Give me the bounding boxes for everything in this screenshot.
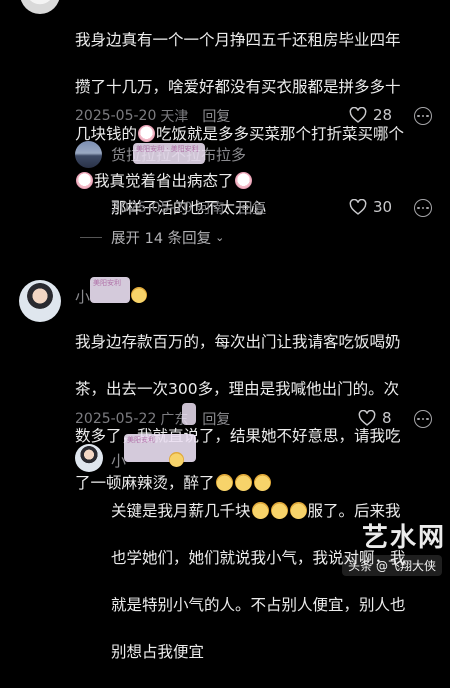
avatar-top[interactable] bbox=[20, 0, 60, 14]
more-circle-icon[interactable] bbox=[414, 199, 432, 217]
like-count: 28 bbox=[373, 106, 393, 124]
heart-outline-icon bbox=[358, 410, 376, 426]
sweat-emoji bbox=[270, 501, 288, 519]
comment-1-line-1: 我身边真有一个一个月挣四五千还租房毕业四年 bbox=[75, 30, 401, 49]
comment-4-line-4: 别想占我便宜 bbox=[111, 642, 205, 661]
like-count: 30 bbox=[373, 198, 393, 216]
comment-username[interactable]: 小 bbox=[75, 286, 90, 307]
comment-date: 2025-05-20 bbox=[111, 200, 193, 216]
comment-date: 2025-05-22 bbox=[75, 411, 157, 427]
comment-3-line-2: 茶，出去一次300多，理由是我喊他出门的。次 bbox=[75, 379, 400, 398]
divider bbox=[80, 237, 102, 238]
crying-emoji bbox=[138, 124, 156, 142]
comment-3-line-1: 我身边存款百万的，每次出门让我请客吃饭喝奶 bbox=[75, 332, 401, 351]
comment-1-meta: 2025-05-20 天津 回复 bbox=[75, 106, 230, 126]
avatar[interactable] bbox=[75, 141, 102, 168]
more-circle-icon[interactable] bbox=[414, 107, 432, 125]
comment-location: 天津 bbox=[160, 109, 189, 125]
watermark-logo: 艺水网 bbox=[361, 523, 446, 553]
crying-emoji bbox=[76, 171, 93, 189]
reply-button[interactable]: 回复 bbox=[238, 198, 266, 218]
avatar[interactable] bbox=[75, 444, 103, 472]
like-button[interactable]: 30 bbox=[349, 198, 392, 216]
more-circle-icon[interactable] bbox=[414, 410, 432, 428]
chevron-down-icon: ⌄ bbox=[215, 231, 225, 244]
sweat-emoji bbox=[251, 501, 269, 519]
comment-4-line-3: 就是特别小气的人。不占别人便宜，别人也 bbox=[111, 595, 406, 614]
sticker-image bbox=[182, 403, 196, 425]
watermark-label: 头条 @飞翔大侠 bbox=[342, 555, 442, 576]
expand-replies-button[interactable]: 展开 14 条回复 ⌄ bbox=[80, 227, 224, 248]
like-count: 8 bbox=[382, 409, 392, 427]
avatar[interactable] bbox=[19, 280, 61, 322]
sweat-emoji bbox=[131, 287, 147, 303]
sticker-image: 美阳安利 bbox=[124, 434, 196, 462]
comment-1-line-3: 几块钱的 吃饭就是多多买菜那个打折菜买哪个 bbox=[75, 124, 405, 143]
like-button[interactable]: 28 bbox=[349, 106, 392, 124]
sweat-emoji bbox=[169, 452, 184, 467]
reply-button[interactable]: 回复 bbox=[202, 409, 230, 429]
reply-button[interactable]: 回复 bbox=[202, 106, 230, 126]
heart-outline-icon bbox=[349, 199, 367, 215]
sticker-image: 美阳安利 bbox=[90, 277, 130, 303]
expand-replies-label: 展开 14 条回复 bbox=[111, 231, 212, 247]
like-button[interactable]: 8 bbox=[358, 409, 392, 427]
comment-2-meta: 2025-05-20 河南 回复 bbox=[111, 198, 266, 218]
comment-date: 2025-05-20 bbox=[75, 108, 157, 124]
comment-location: 河南 bbox=[196, 201, 225, 217]
comment-1-line-2: 攒了十几万，啥爱好都没有买衣服都是拼多多十 bbox=[75, 77, 401, 96]
heart-outline-icon bbox=[349, 107, 367, 123]
sweat-emoji bbox=[289, 501, 307, 519]
watermark: 头条 @飞翔大侠 bbox=[342, 555, 442, 576]
comment-3-meta: 2025-05-22 广东 回复 bbox=[75, 409, 230, 429]
sticker-image: 美阳安利 · 美阳安利 bbox=[133, 143, 205, 164]
